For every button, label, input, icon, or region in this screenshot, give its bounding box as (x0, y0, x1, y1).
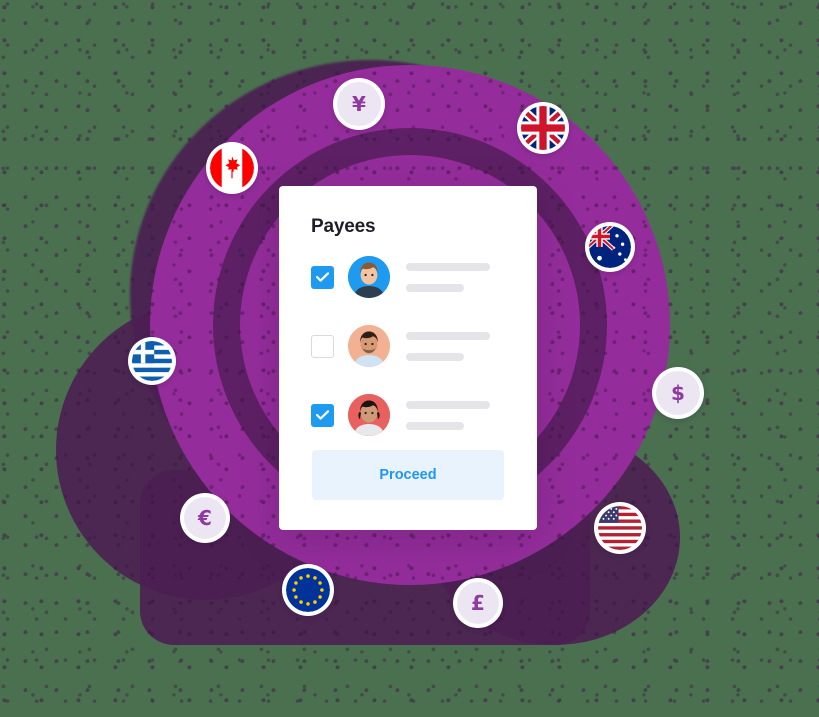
badge-usa (594, 502, 646, 554)
avatar-payee-2 (348, 325, 390, 367)
placeholder-bar-secondary (406, 421, 464, 430)
illustration-stage: Payees Proceed ¥ $ € £ (0, 0, 819, 717)
badge-euro-sym: € (180, 493, 230, 543)
placeholder-bar-primary (406, 262, 490, 271)
badge-dollar: $ (652, 367, 704, 419)
checkbox-checked-icon[interactable] (311, 403, 334, 427)
pound-currency-icon: £ (457, 582, 499, 624)
badge-pound: £ (453, 578, 503, 628)
badge-yen: ¥ (333, 78, 385, 130)
flag-eu-icon (286, 568, 330, 612)
placeholder-bar-secondary (406, 283, 464, 292)
badge-canada (206, 142, 258, 194)
flag-uk-icon (521, 106, 565, 150)
proceed-button[interactable]: Proceed (312, 450, 504, 500)
flag-australia-icon (589, 226, 631, 268)
placeholder-bar-primary (406, 331, 490, 340)
badge-eu (282, 564, 334, 616)
avatar-payee-1 (348, 256, 390, 298)
badge-greece (128, 337, 176, 385)
page-title: Payees (311, 216, 376, 237)
payee-name-placeholder (406, 400, 511, 430)
payee-row[interactable] (311, 323, 511, 369)
payee-name-placeholder (406, 262, 511, 292)
avatar-payee-3 (348, 394, 390, 436)
placeholder-bar-secondary (406, 352, 464, 361)
euro-currency-icon: € (184, 497, 226, 539)
flag-canada-icon (210, 146, 254, 190)
payee-name-placeholder (406, 331, 511, 361)
payee-row[interactable] (311, 392, 511, 438)
checkbox-unchecked-icon[interactable] (311, 334, 334, 358)
badge-uk (517, 102, 569, 154)
flag-greece-icon (132, 341, 172, 381)
placeholder-bar-primary (406, 400, 490, 409)
flag-usa-icon (598, 506, 642, 550)
payee-row[interactable] (311, 254, 511, 300)
dollar-currency-icon: $ (656, 371, 700, 415)
badge-australia (585, 222, 635, 272)
yen-currency-icon: ¥ (337, 82, 381, 126)
payee-list (311, 254, 511, 461)
checkbox-checked-icon[interactable] (311, 265, 334, 289)
